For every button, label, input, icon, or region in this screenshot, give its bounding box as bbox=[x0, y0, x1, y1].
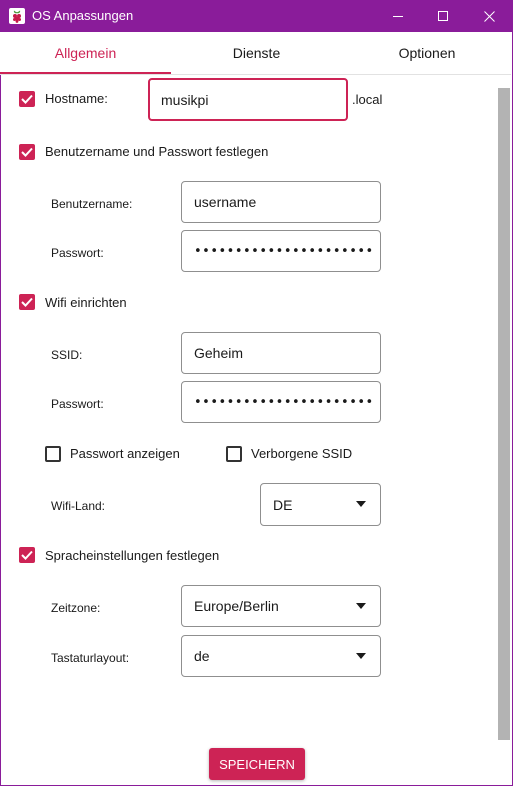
window-title: OS Anpassungen bbox=[32, 8, 134, 23]
check-icon bbox=[21, 147, 33, 157]
show-password-label: Passwort anzeigen bbox=[70, 446, 180, 461]
hidden-ssid-checkbox[interactable] bbox=[226, 446, 242, 462]
wifi-checkbox[interactable] bbox=[19, 294, 35, 310]
chevron-down-icon bbox=[356, 653, 366, 659]
tab-services[interactable]: Dienste bbox=[171, 32, 342, 74]
username-value: username bbox=[194, 194, 257, 210]
password-label: Passwort: bbox=[51, 246, 104, 260]
keyboard-select[interactable]: de bbox=[181, 635, 381, 677]
wifi-country-select[interactable]: DE bbox=[260, 483, 381, 526]
tab-label: Dienste bbox=[232, 45, 281, 61]
keyboard-label: Tastaturlayout: bbox=[51, 651, 130, 665]
tab-label: Allgemein bbox=[54, 45, 117, 61]
hostname-label: Hostname: bbox=[45, 91, 108, 106]
raspberry-icon bbox=[9, 8, 25, 24]
username-input[interactable]: username bbox=[181, 181, 381, 223]
hostname-input[interactable]: musikpi bbox=[148, 78, 348, 121]
show-password-checkbox[interactable] bbox=[45, 446, 61, 462]
timezone-select[interactable]: Europe/Berlin bbox=[181, 585, 381, 627]
ssid-label: SSID: bbox=[51, 348, 83, 362]
password-value: •••••••••••••••••••••• bbox=[194, 243, 374, 259]
close-icon bbox=[483, 10, 495, 22]
password-input[interactable]: •••••••••••••••••••••• bbox=[181, 230, 381, 272]
wifi-password-input[interactable]: •••••••••••••••••••••• bbox=[181, 381, 381, 423]
locale-checkbox[interactable] bbox=[19, 547, 35, 563]
tab-label: Optionen bbox=[398, 45, 456, 61]
hostname-value: musikpi bbox=[161, 91, 209, 108]
wifi-password-label: Passwort: bbox=[51, 397, 104, 411]
ssid-value: Geheim bbox=[194, 345, 244, 361]
check-icon bbox=[21, 550, 33, 560]
check-icon bbox=[21, 297, 33, 307]
chevron-down-icon bbox=[356, 603, 366, 609]
minimize-icon bbox=[393, 16, 403, 17]
wifi-label: Wifi einrichten bbox=[45, 295, 127, 310]
timezone-value: Europe/Berlin bbox=[194, 598, 279, 614]
ssid-input[interactable]: Geheim bbox=[181, 332, 381, 374]
maximize-button[interactable] bbox=[420, 0, 466, 32]
scrollbar-thumb[interactable] bbox=[498, 88, 510, 740]
locale-label: Spracheinstellungen festlegen bbox=[45, 548, 220, 563]
wifi-password-value: •••••••••••••••••••••• bbox=[194, 394, 374, 410]
tab-general[interactable]: Allgemein bbox=[0, 32, 171, 74]
hostname-suffix: .local bbox=[352, 92, 383, 107]
user-label: Benutzername und Passwort festlegen bbox=[45, 144, 269, 159]
keyboard-value: de bbox=[194, 648, 210, 664]
wifi-country-value: DE bbox=[273, 496, 293, 513]
close-button[interactable] bbox=[466, 0, 512, 32]
username-label: Benutzername: bbox=[51, 197, 133, 211]
maximize-icon bbox=[438, 11, 448, 21]
tab-divider bbox=[0, 74, 511, 75]
save-button[interactable]: SPEICHERN bbox=[209, 748, 305, 780]
check-icon bbox=[21, 94, 33, 104]
wifi-country-label: Wifi-Land: bbox=[51, 499, 106, 513]
chevron-down-icon bbox=[356, 501, 366, 507]
minimize-button[interactable] bbox=[375, 0, 421, 32]
timezone-label: Zeitzone: bbox=[51, 601, 101, 615]
hostname-checkbox[interactable] bbox=[19, 91, 35, 107]
tab-options[interactable]: Optionen bbox=[342, 32, 512, 74]
hidden-ssid-label: Verborgene SSID bbox=[251, 446, 353, 461]
user-checkbox[interactable] bbox=[19, 144, 35, 160]
